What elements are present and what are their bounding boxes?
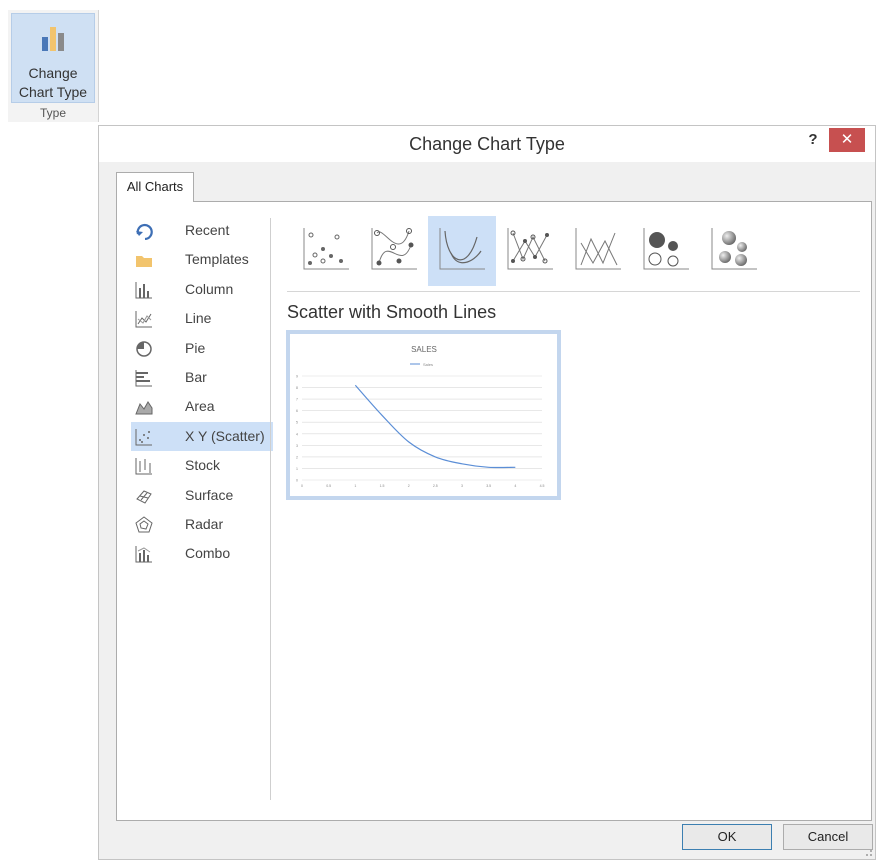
y-tick-label: 9	[296, 375, 298, 379]
chart-title: SALES	[411, 345, 437, 354]
bubble-icon	[643, 228, 689, 270]
y-tick-label: 3	[296, 444, 298, 448]
series-line	[354, 384, 516, 469]
category-label: Bar	[185, 368, 207, 385]
combo-chart-icon	[135, 546, 152, 563]
scatter-chart-icon	[135, 428, 152, 446]
chart-category-list: Recent Templates Column Line Pie Bar Area X Y (…	[131, 216, 273, 569]
change-chart-type-ribbon-button[interactable]: Change Chart Type	[11, 13, 95, 103]
category-label: Radar	[185, 515, 224, 532]
x-tick-label: 1.5	[380, 484, 385, 488]
category-item-radar[interactable]: Radar	[131, 510, 273, 539]
subtype-scatter-smooth-lines[interactable]	[428, 216, 496, 286]
pie-chart-icon	[136, 340, 152, 357]
ribbon-button-label-line1: Change	[28, 65, 78, 81]
x-tick-label: 0	[301, 484, 303, 488]
category-item-surface[interactable]: Surface	[131, 481, 273, 510]
scatter-smooth-lines-markers-icon	[371, 228, 417, 270]
category-label: Recent	[185, 222, 230, 238]
x-tick-label: 0.5	[326, 484, 331, 488]
y-tick-label: 0	[296, 479, 298, 483]
scatter-straight-lines-markers-icon	[507, 228, 553, 270]
category-item-templates[interactable]: Templates	[131, 245, 273, 274]
category-item-line[interactable]: Line	[131, 304, 273, 333]
selected-subtype-title: Scatter with Smooth Lines	[287, 302, 497, 322]
subtype-bubble[interactable]	[632, 216, 700, 286]
category-item-recent[interactable]: Recent	[131, 216, 273, 245]
change-chart-type-dialog: Change Chart Type ? ✕ All Charts Recent T…	[98, 125, 876, 860]
area-chart-icon	[135, 401, 153, 415]
category-label: Surface	[185, 486, 234, 503]
ribbon-group-type: Change Chart Type Type	[8, 10, 99, 122]
close-button[interactable]: ✕	[829, 128, 865, 152]
category-item-column[interactable]: Column	[131, 275, 273, 304]
x-tick-label: 2.5	[433, 484, 438, 488]
resize-grip-icon[interactable]	[863, 847, 873, 857]
tab-panel: Recent Templates Column Line Pie Bar Area X Y (…	[116, 201, 872, 821]
subtype-scatter-smooth-lines-markers[interactable]	[360, 216, 428, 286]
help-button[interactable]: ?	[804, 131, 822, 151]
category-label: Line	[185, 310, 212, 327]
x-tick-label: 4.5	[540, 484, 545, 488]
ok-button[interactable]: OK	[682, 824, 772, 850]
subtype-scatter-straight-lines[interactable]	[564, 216, 632, 286]
y-tick-label: 6	[296, 409, 298, 413]
scatter-smooth-lines-icon	[439, 228, 485, 270]
x-tick-label: 3	[461, 484, 463, 488]
y-tick-label: 2	[296, 455, 298, 459]
bar-chart-icon	[135, 369, 152, 387]
category-item-area[interactable]: Area	[131, 392, 273, 421]
category-label: Combo	[185, 545, 231, 562]
ribbon-button-label-line2: Chart Type	[18, 84, 88, 100]
category-label: Templates	[185, 251, 249, 268]
dialog-title: Change Chart Type	[409, 134, 565, 154]
y-tick-label: 4	[296, 432, 298, 436]
surface-chart-icon	[136, 489, 152, 504]
chart-preview[interactable]: SALES Sales 0 1 2 3 4 5 6 7 8 9 0 0.5 1 1.5 2 2.5 3 3.5 4 4…	[286, 330, 561, 500]
gallery-divider	[287, 291, 860, 292]
bubble-3d-icon	[711, 228, 757, 270]
x-tick-label: 4	[514, 484, 516, 488]
y-tick-label: 5	[296, 421, 298, 425]
category-item-bar[interactable]: Bar	[131, 363, 273, 392]
category-label: X Y (Scatter)	[185, 427, 265, 444]
category-label: Column	[185, 280, 234, 297]
category-item-stock[interactable]: Stock	[131, 451, 273, 480]
chart-type-icon	[41, 25, 69, 58]
line-chart-icon	[135, 311, 152, 328]
y-tick-label: 1	[296, 467, 298, 471]
category-label: Area	[185, 398, 215, 415]
legend-label: Sales	[423, 362, 433, 367]
category-label: Stock	[185, 457, 221, 474]
subtype-bubble-3d[interactable]	[700, 216, 768, 286]
recent-icon	[136, 223, 153, 240]
column-chart-icon	[135, 281, 152, 299]
y-tick-label: 8	[296, 386, 298, 390]
category-item-x-y-scatter[interactable]: X Y (Scatter)	[131, 421, 273, 452]
dialog-titlebar[interactable]: Change Chart Type ? ✕	[99, 126, 875, 162]
folder-icon	[136, 256, 152, 268]
subtype-scatter[interactable]	[292, 216, 360, 286]
category-label: Pie	[185, 339, 206, 356]
chart-preview-canvas: SALES Sales 0 1 2 3 4 5 6 7 8 9 0 0.5 1 1.5 2 2.5 3 3.5 4 4…	[296, 345, 545, 488]
radar-chart-icon	[135, 516, 153, 533]
x-tick-label: 1	[354, 484, 356, 488]
x-tick-label: 2	[408, 484, 410, 488]
cancel-button[interactable]: Cancel	[783, 824, 873, 850]
y-tick-label: 7	[296, 398, 298, 402]
category-item-pie[interactable]: Pie	[131, 334, 273, 363]
scatter-icon	[303, 228, 349, 270]
stock-chart-icon	[135, 458, 152, 475]
category-item-combo[interactable]: Combo	[131, 539, 273, 568]
ribbon-group-label: Type	[39, 106, 66, 120]
x-tick-label: 3.5	[486, 484, 491, 488]
scatter-straight-lines-icon	[575, 228, 621, 270]
subtype-scatter-straight-lines-markers[interactable]	[496, 216, 564, 286]
tab-all-charts[interactable]: All Charts	[116, 172, 194, 202]
panel-divider	[270, 218, 271, 800]
